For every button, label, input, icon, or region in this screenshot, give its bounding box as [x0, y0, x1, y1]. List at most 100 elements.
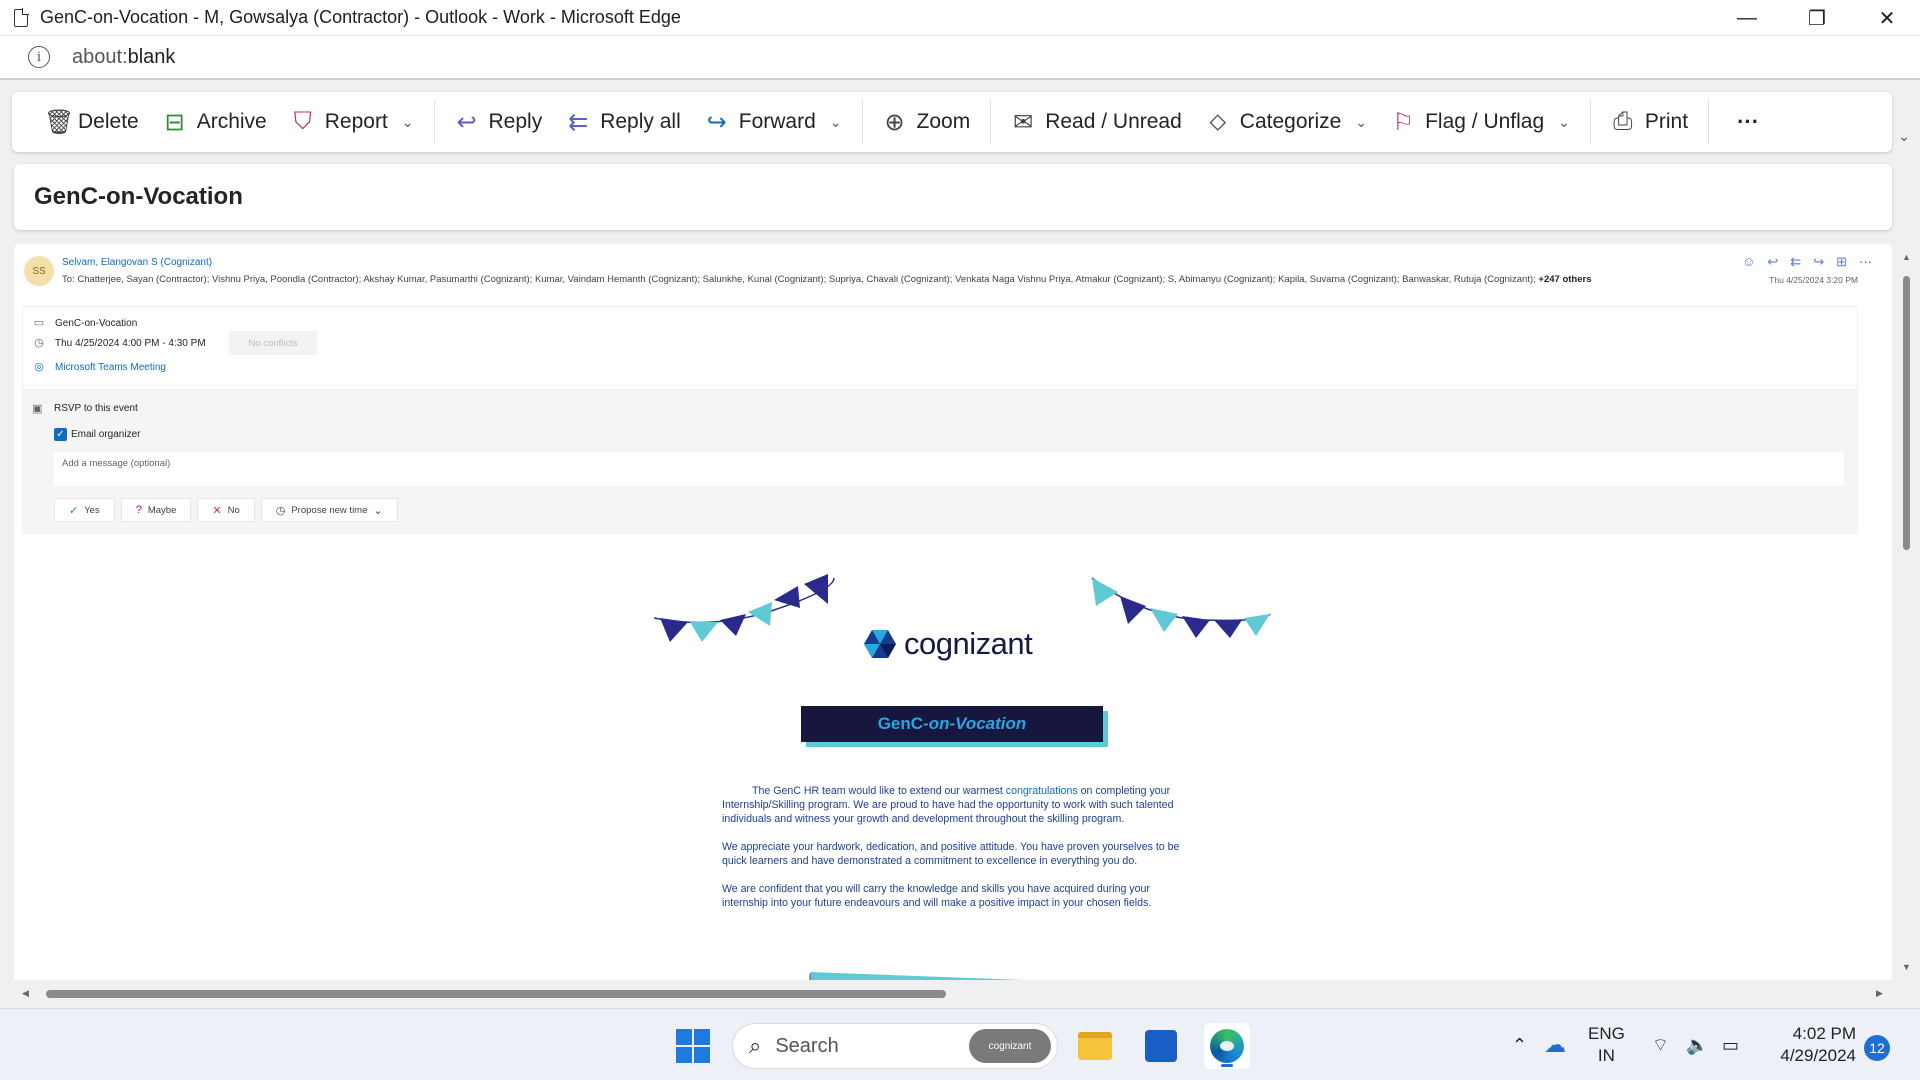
cognizant-logo-text: cognizant [904, 626, 1033, 661]
language-indicator[interactable]: ENG IN [1588, 1023, 1625, 1067]
forward-button[interactable]: ↪ Forward ⌄ [693, 100, 854, 144]
message-toolbar: 🗑 Delete ⊟ Archive ⛉ Report ⌄ ↩ Reply ⇇ … [12, 92, 1892, 152]
apps-icon[interactable]: ⊞ [1836, 254, 1847, 270]
printer-icon: ⎙ [1613, 108, 1633, 135]
question-icon: ? [135, 504, 142, 516]
report-button[interactable]: ⛉ Report ⌄ [279, 100, 426, 144]
edge-app[interactable] [1204, 1023, 1250, 1069]
rsvp-no-button[interactable]: ✕ No [197, 498, 255, 522]
close-button[interactable]: ✕ [1852, 0, 1920, 36]
taskbar: ⌕ Search cognizant ⌃ ☁ ENG IN ⌔ 🔈 ▭ 4:02… [0, 1008, 1920, 1080]
reply-icon[interactable]: ↩ [1767, 254, 1778, 270]
scroll-thumb[interactable] [1903, 276, 1910, 550]
archive-label: Archive [196, 110, 267, 133]
more-actions-button[interactable]: ··· [1717, 100, 1779, 144]
chevron-down-icon[interactable]: ⌄ [1558, 114, 1570, 131]
onedrive-icon[interactable]: ☁ [1544, 1009, 1566, 1080]
event-location-row[interactable]: ◎ Microsoft Teams Meeting [33, 361, 166, 373]
scroll-up-arrow[interactable]: ▲ [1902, 252, 1911, 262]
window-titlebar: GenC-on-Vocation - M, Gowsalya (Contract… [0, 0, 1920, 36]
rsvp-message-input[interactable]: Add a message (optional) [54, 452, 1844, 486]
notification-badge[interactable]: 12 [1864, 1035, 1890, 1061]
calendar-icon: ▭ [33, 317, 45, 329]
store-app[interactable] [1138, 1023, 1184, 1069]
scroll-down-arrow[interactable]: ▼ [1902, 962, 1911, 972]
delete-label: Delete [78, 110, 139, 133]
read-unread-button[interactable]: ✉ Read / Unread [999, 100, 1194, 144]
email-body: cognizant GenC -on-Vocation The GenC HR t… [14, 574, 1892, 980]
taskbar-search[interactable]: ⌕ Search cognizant [732, 1023, 1058, 1069]
cognizant-logo-icon [864, 630, 896, 658]
cognizant-logo: cognizant [862, 626, 1033, 662]
toolbar-divider [1708, 100, 1710, 144]
flag-unflag-label: Flag / Unflag [1425, 110, 1545, 133]
to-prefix: To: [62, 274, 75, 285]
scroll-left-arrow[interactable]: ◀ [22, 988, 29, 999]
more-recipients-link[interactable]: +247 others [1538, 274, 1591, 285]
categorize-button[interactable]: ⬦ Categorize ⌄ [1194, 100, 1379, 144]
propose-new-time-button[interactable]: ◷ Propose new time ⌄ [260, 498, 398, 522]
rsvp-title: ▣ RSVP to this event [32, 403, 138, 415]
file-explorer-app[interactable] [1072, 1023, 1118, 1069]
event-location[interactable]: Microsoft Teams Meeting [55, 362, 166, 373]
address-bar[interactable]: i about:blank [0, 36, 1920, 80]
rsvp-yes-button[interactable]: ✓ Yes [54, 498, 115, 522]
forward-icon[interactable]: ↪ [1813, 254, 1824, 270]
bunting-left-decoration [654, 574, 835, 642]
checkmark-icon[interactable]: ✓ [54, 428, 67, 441]
scroll-right-arrow[interactable]: ▶ [1876, 988, 1883, 999]
chevron-down-icon[interactable]: ⌄ [830, 114, 842, 131]
scroll-thumb[interactable] [46, 990, 946, 998]
battery-icon[interactable]: ▭ [1722, 1009, 1739, 1080]
vertical-scrollbar[interactable]: ▲ ▼ [1894, 244, 1920, 980]
chevron-up-icon[interactable]: ⌃ [1512, 1009, 1527, 1080]
search-highlight-chip[interactable]: cognizant [969, 1029, 1051, 1063]
print-button[interactable]: ⎙ Print [1599, 100, 1700, 144]
chevron-down-icon[interactable]: ⌄ [402, 114, 414, 131]
event-time: Thu 4/25/2024 4:00 PM - 4:30 PM [55, 337, 206, 349]
archive-icon: ⊟ [164, 108, 185, 136]
event-details: ▭ GenC-on-Vocation ◷ Thu 4/25/2024 4:00 … [22, 306, 1858, 390]
archive-button[interactable]: ⊟ Archive [151, 100, 279, 144]
reply-button[interactable]: ↩ Reply [443, 100, 555, 144]
volume-icon[interactable]: 🔈 [1686, 1009, 1708, 1080]
email-body-text: The GenC HR team would like to extend ou… [722, 784, 1192, 924]
teal-divider-decoration [809, 972, 1023, 980]
avatar[interactable]: SS [24, 256, 54, 286]
flag-unflag-button[interactable]: ⚐ Flag / Unflag ⌄ [1379, 100, 1582, 144]
reply-all-icon[interactable]: ⇇ [1790, 254, 1801, 270]
report-label: Report [324, 110, 388, 133]
zoom-button[interactable]: ⊕ Zoom [871, 100, 983, 144]
congratulations-link: congratulations [1005, 785, 1078, 797]
close-icon: ✕ [212, 504, 222, 517]
reply-all-button[interactable]: ⇇ Reply all [554, 100, 693, 144]
message-date: Thu 4/25/2024 3:20 PM [1769, 275, 1858, 285]
location-icon: ◎ [34, 361, 44, 373]
info-icon[interactable]: i [28, 46, 50, 68]
email-organizer-checkbox[interactable]: ✓ Email organizer [54, 428, 140, 441]
reply-icon: ↩ [456, 108, 477, 136]
system-clock[interactable]: 4:02 PM 4/29/2024 [1768, 1023, 1856, 1067]
wifi-icon[interactable]: ⌔ [1652, 1009, 1669, 1080]
minimize-button[interactable]: — [1712, 0, 1782, 36]
document-icon [14, 7, 29, 27]
store-icon [1145, 1030, 1177, 1062]
toolbar-divider [1589, 100, 1591, 144]
more-icon[interactable]: ··· [1859, 254, 1872, 270]
recipients-list: Chatterjee, Sayan (Contractor); Vishnu P… [77, 274, 1536, 285]
rsvp-maybe-button[interactable]: ? Maybe [120, 498, 192, 522]
delete-button[interactable]: 🗑 Delete [32, 100, 151, 144]
clock-icon: ◷ [275, 504, 286, 517]
address-url[interactable]: about:blank [72, 46, 175, 69]
search-label: Search [775, 1034, 839, 1057]
sender-name[interactable]: Selvam, Elangovan S (Cognizant) [62, 257, 212, 268]
chevron-down-icon[interactable]: ⌄ [1355, 114, 1367, 131]
chevron-down-icon[interactable]: ⌄ [1898, 128, 1910, 145]
start-button[interactable] [676, 1029, 710, 1063]
clock-date: 4/29/2024 [1780, 1046, 1856, 1065]
read-unread-label: Read / Unread [1045, 110, 1182, 133]
restore-button[interactable]: ❐ [1782, 0, 1852, 36]
smiley-icon[interactable]: ☺ [1742, 254, 1755, 270]
toolbar-divider [433, 100, 435, 144]
horizontal-scrollbar[interactable]: ◀ ▶ [14, 984, 1892, 1004]
